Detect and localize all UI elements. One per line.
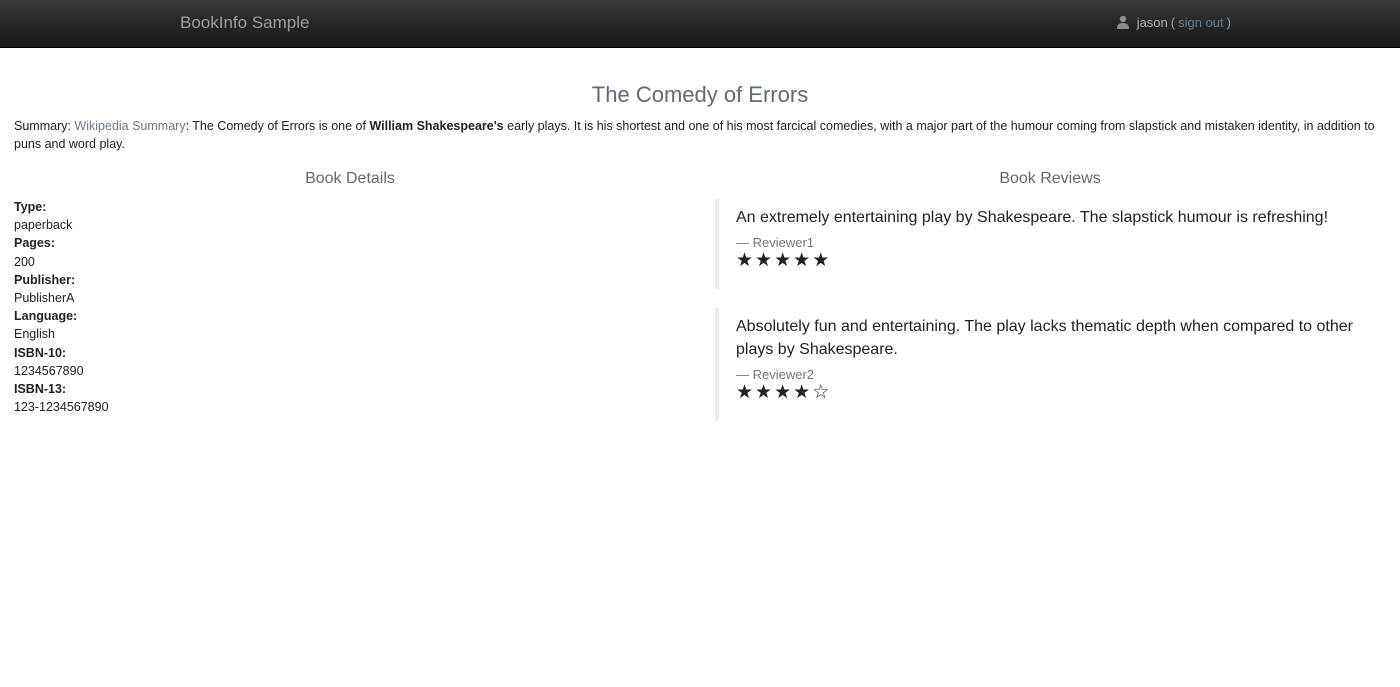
star-filled-icon: ★ [755,382,775,403]
page-title: The Comedy of Errors [591,82,809,107]
star-filled-icon: ★ [774,250,794,271]
summary-text-1: : The Comedy of Errors is one of [185,119,370,133]
user-icon [1116,15,1129,29]
detail-value-isbn13: 123-1234567890 [14,400,109,415]
navbar: BookInfo Sample jason ( sign out ) [0,0,1400,48]
user-name: jason [1136,15,1168,30]
review-text: An extremely entertaining play by Shakes… [736,209,1329,226]
star-rating: ★★★★☆ [736,383,1386,403]
brand-link[interactable]: BookInfo Sample [180,13,309,33]
detail-label-type: Type: [14,200,47,214]
detail-label-pages: Pages: [14,236,55,251]
star-filled-icon: ★ [736,250,756,271]
detail-label-isbn10: ISBN-10: [14,345,67,360]
star-filled-icon: ★ [755,250,775,271]
detail-value-isbn10: 1234567890 [14,363,84,378]
summary-author: William Shakespeare's [369,119,504,133]
reviewer-name: — Reviewer1 [736,235,815,250]
detail-label-isbn13: ISBN-13: [14,382,67,397]
detail-label-language: Language: [14,309,78,324]
detail-value-type: paperback [14,218,73,233]
star-filled-icon: ★ [793,250,813,271]
star-empty-icon: ☆ [812,382,832,403]
paren-close: ) [1226,15,1231,30]
star-rating: ★★★★★ [736,251,1386,271]
user-area: jason ( sign out ) [1116,15,1234,30]
detail-value-pages: 200 [14,254,35,269]
book-summary: Summary: Wikipedia Summary: The Comedy o… [14,117,1386,153]
star-filled-icon: ★ [736,382,756,403]
detail-value-language: English [14,327,55,342]
star-filled-icon: ★ [812,250,832,271]
review-text: Absolutely fun and entertaining. The pla… [736,318,1353,358]
book-details: Type: paperback Pages: 200 Publisher: Pu… [14,198,109,416]
book-reviews-heading: Book Reviews [999,170,1101,187]
book-details-heading: Book Details [305,170,395,187]
review-item: An extremely entertaining play by Shakes… [715,199,1386,289]
review-item: Absolutely fun and entertaining. The pla… [715,308,1386,421]
summary-label: Summary: [14,119,71,133]
paren-open: ( [1170,15,1176,30]
detail-value-publisher: PublisherA [14,291,75,306]
sign-out-link[interactable]: sign out [1178,15,1224,30]
detail-label-publisher: Publisher: [14,272,76,287]
star-filled-icon: ★ [793,382,813,403]
star-filled-icon: ★ [774,382,794,403]
wikipedia-summary-link[interactable]: Wikipedia Summary [74,119,185,133]
reviewer-name: — Reviewer2 [736,367,815,382]
